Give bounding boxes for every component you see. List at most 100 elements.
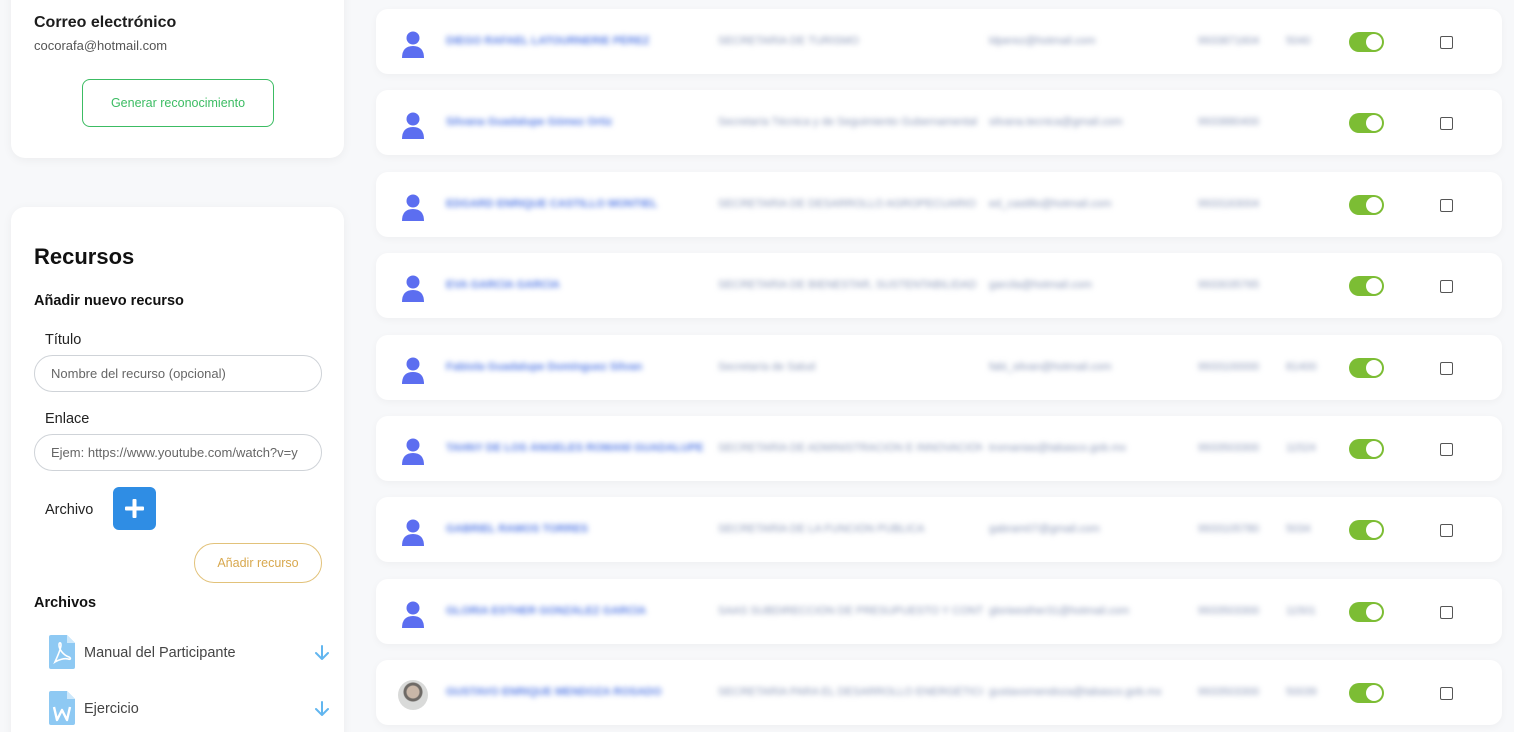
participant-extension: 5034 bbox=[1286, 523, 1311, 536]
active-toggle[interactable] bbox=[1349, 194, 1384, 215]
participant-name: GABRIEL RAMOS TORRES bbox=[446, 523, 588, 536]
active-toggle[interactable] bbox=[1349, 357, 1384, 378]
add-file-button[interactable] bbox=[113, 487, 156, 530]
participant-email: garcila@hotmail.com bbox=[989, 279, 1092, 292]
email-value: cocorafa@hotmail.com bbox=[34, 38, 168, 53]
participant-extension: 11524 bbox=[1286, 442, 1316, 454]
participant-email: ldperez@hotmail.com bbox=[989, 35, 1096, 47]
user-avatar-icon bbox=[398, 355, 428, 385]
participant-row: Fabiola Guadalupe Domínguez Silvan Secret… bbox=[376, 334, 1502, 400]
resource-link-input[interactable] bbox=[34, 434, 322, 471]
participant-name: DIEGO RAFAEL LATOURNERIE PÉREZ bbox=[446, 35, 650, 47]
participant-name: GUSTAVO ENRIQUE MENDOZA ROSADO bbox=[446, 686, 662, 699]
resource-title-input[interactable] bbox=[34, 355, 322, 392]
participant-department: SAAS SUBDIRECCIÓN DE PRESUPUESTO Y CONTR… bbox=[718, 604, 983, 617]
participant-email: silvana.tecnica@gmail.com bbox=[989, 116, 1123, 129]
participant-email: ed_castillo@hotmail.com bbox=[989, 197, 1112, 210]
link-field-label: Enlace bbox=[45, 411, 90, 427]
resources-card: Recursos Añadir nuevo recurso Título Enl… bbox=[11, 207, 344, 732]
add-resource-heading: Añadir nuevo recurso bbox=[34, 293, 184, 309]
select-checkbox[interactable] bbox=[1440, 443, 1453, 456]
participant-row: GUSTAVO ENRIQUE MENDOZA ROSADO SECRETARÍA… bbox=[376, 660, 1502, 726]
participant-extension: 81400 bbox=[1286, 360, 1317, 373]
participant-row: DIEGO RAFAEL LATOURNERIE PÉREZ SECRETARÍA… bbox=[376, 9, 1502, 74]
select-checkbox[interactable] bbox=[1440, 605, 1453, 619]
participant-department: Secretaría Técnica y de Seguimiento Gube… bbox=[718, 116, 978, 129]
participant-row: GABRIEL RAMOS TORRES SECRETARÍA DE LA FUN… bbox=[376, 497, 1502, 563]
select-checkbox[interactable] bbox=[1440, 524, 1453, 538]
user-avatar-icon bbox=[398, 599, 428, 629]
participant-department: Secretaría de Salud bbox=[718, 360, 816, 373]
file-item-manual[interactable]: Manual del Participante bbox=[49, 635, 329, 671]
active-toggle[interactable] bbox=[1349, 276, 1384, 297]
participant-phone: 9933035765 bbox=[1198, 279, 1260, 292]
participant-email: tromanias@tabasco.gob.mx bbox=[989, 442, 1127, 454]
participant-extension: 50039 bbox=[1286, 686, 1317, 699]
participant-row: EDGARD ENRIQUE CASTILLO MONTIEL SECRETARÍ… bbox=[376, 171, 1502, 237]
download-icon[interactable] bbox=[315, 701, 329, 717]
participant-email: glorieesther31@hotmail.com bbox=[989, 604, 1130, 617]
select-checkbox[interactable] bbox=[1440, 36, 1453, 49]
participant-row: TAHNY DE LOS ÁNGELES ROMANÍ GUADALUPE SEC… bbox=[376, 416, 1502, 481]
user-avatar-icon bbox=[398, 110, 428, 140]
user-avatar-icon bbox=[398, 517, 428, 547]
user-avatar-icon bbox=[398, 273, 428, 303]
select-checkbox[interactable] bbox=[1440, 687, 1453, 701]
participant-extension: 5040 bbox=[1286, 35, 1311, 47]
participant-name: EDGARD ENRIQUE CASTILLO MONTIEL bbox=[446, 197, 658, 210]
participant-department: SECRETARÍA DE DESARROLLO AGROPECUARIO bbox=[718, 197, 976, 210]
participant-email: fabi_silvan@hotmail.com bbox=[989, 360, 1112, 373]
participant-name: Silvana Guadalupe Gómez Ortiz bbox=[446, 116, 613, 129]
select-checkbox[interactable] bbox=[1440, 280, 1453, 294]
participant-phone: 9933163004 bbox=[1198, 197, 1260, 210]
participant-row: EVA GARCÍA GARCÍA SECRETARÍA DE BIENESTAR… bbox=[376, 253, 1502, 319]
participant-row: GLORIA ESTHER GONZÁLEZ GARCÍA SAAS SUBDIR… bbox=[376, 578, 1502, 644]
active-toggle[interactable] bbox=[1349, 439, 1384, 459]
user-photo-avatar bbox=[398, 680, 428, 711]
user-avatar-icon bbox=[398, 29, 428, 59]
file-name: Manual del Participante bbox=[84, 645, 236, 661]
plus-icon bbox=[125, 499, 144, 518]
file-name: Ejercicio bbox=[84, 701, 139, 717]
participant-name: TAHNY DE LOS ÁNGELES ROMANÍ GUADALUPE bbox=[446, 442, 704, 454]
contact-card: Correo electrónico cocorafa@hotmail.com … bbox=[11, 0, 344, 158]
select-checkbox[interactable] bbox=[1440, 198, 1453, 212]
participant-department: SECRETARÍA PARA EL DESARROLLO ENERGÉTICO bbox=[718, 686, 983, 699]
select-checkbox[interactable] bbox=[1440, 361, 1453, 375]
select-checkbox[interactable] bbox=[1440, 117, 1453, 131]
participant-email: gustavomendoza@tabasco.gob.mx bbox=[989, 686, 1162, 699]
active-toggle[interactable] bbox=[1349, 683, 1384, 704]
active-toggle[interactable] bbox=[1349, 113, 1384, 134]
participant-extension: 11501 bbox=[1286, 604, 1316, 617]
add-resource-button[interactable]: Añadir recurso bbox=[194, 543, 322, 583]
files-heading: Archivos bbox=[34, 595, 97, 611]
participant-department: SECRETARÍA DE BIENESTAR, SUSTENTABILIDAD bbox=[718, 279, 977, 292]
participant-phone: 9933503300 bbox=[1198, 604, 1260, 617]
participant-email: gabram07@gmail.com bbox=[989, 523, 1100, 536]
participant-phone: 9933880400 bbox=[1198, 116, 1260, 129]
file-item-ejercicio[interactable]: Ejercicio bbox=[49, 691, 329, 727]
participant-row: Silvana Guadalupe Gómez Ortiz Secretaría … bbox=[376, 90, 1502, 156]
participant-phone: 9933503300 bbox=[1198, 686, 1260, 699]
email-label: Correo electrónico bbox=[34, 14, 177, 31]
participant-phone: 9933100000 bbox=[1198, 360, 1260, 373]
participant-name: GLORIA ESTHER GONZÁLEZ GARCÍA bbox=[446, 604, 647, 617]
participant-phone: 9933105780 bbox=[1198, 523, 1260, 536]
participant-department: SECRETARÍA DE TURISMO bbox=[718, 35, 859, 47]
resources-title: Recursos bbox=[34, 244, 135, 269]
generate-recognition-button[interactable]: Generar reconocimiento bbox=[82, 79, 274, 127]
participant-department: SECRETARÍA DE LA FUNCIÓN PÚBLICA bbox=[718, 523, 925, 536]
participant-name: EVA GARCÍA GARCÍA bbox=[446, 279, 560, 292]
word-file-icon bbox=[49, 691, 75, 725]
participant-department: SECRETARÍA DE ADMINISTRACIÓN E INNOVACIÓ… bbox=[718, 442, 983, 454]
download-icon[interactable] bbox=[315, 645, 329, 661]
user-avatar-icon bbox=[398, 436, 428, 466]
title-field-label: Título bbox=[45, 332, 82, 348]
user-avatar-icon bbox=[398, 192, 428, 222]
participant-phone: 9933871604 bbox=[1198, 35, 1260, 47]
active-toggle[interactable] bbox=[1349, 520, 1384, 541]
active-toggle[interactable] bbox=[1349, 32, 1384, 52]
pdf-file-icon bbox=[49, 635, 75, 669]
file-field-label: Archivo bbox=[45, 502, 94, 518]
active-toggle[interactable] bbox=[1349, 601, 1384, 622]
